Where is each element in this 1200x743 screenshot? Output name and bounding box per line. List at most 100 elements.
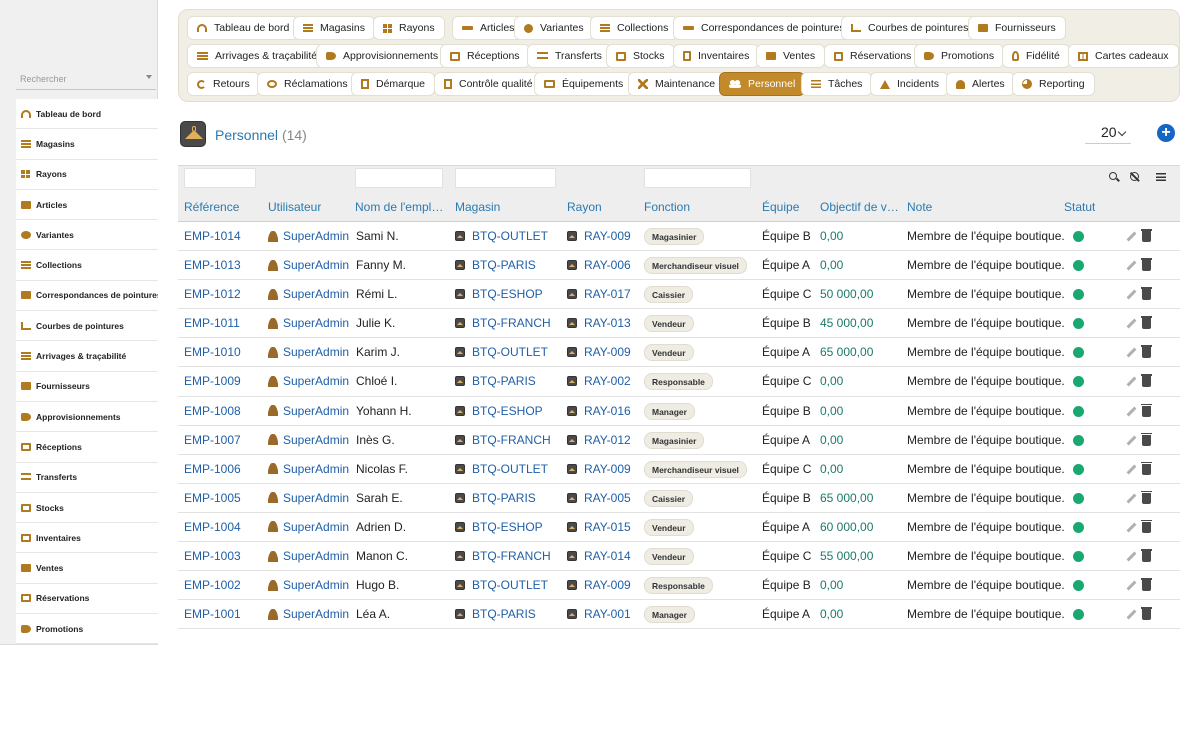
nav-tab-retours[interactable]: Retours [187, 72, 260, 96]
employee-reference-link[interactable]: EMP-1008 [184, 404, 241, 418]
nav-tab-magasins[interactable]: Magasins [293, 16, 375, 40]
store-link[interactable]: BTQ-PARIS [455, 491, 536, 505]
department-link[interactable]: RAY-009 [567, 229, 631, 243]
nav-tab-fournisseurs[interactable]: Fournisseurs [968, 16, 1066, 40]
nav-tab-promotions[interactable]: Promotions [914, 44, 1005, 68]
department-link[interactable]: RAY-009 [567, 578, 631, 592]
employee-reference-link[interactable]: EMP-1014 [184, 229, 241, 243]
nav-tab-transferts[interactable]: Transferts [527, 44, 612, 68]
nav-tab-inventaires[interactable]: Inventaires [673, 44, 760, 68]
nav-tab-taches[interactable]: Tâches [801, 72, 873, 96]
department-link[interactable]: RAY-013 [567, 316, 631, 330]
employee-reference-link[interactable]: EMP-1002 [184, 578, 241, 592]
trash-icon[interactable] [1141, 607, 1152, 621]
column-header-utilisateur[interactable]: Utilisateur [268, 200, 321, 214]
store-link[interactable]: BTQ-ESHOP [455, 520, 543, 534]
department-link[interactable]: RAY-005 [567, 491, 631, 505]
pencil-icon[interactable] [1126, 609, 1137, 620]
caret-down-icon[interactable] [146, 75, 152, 79]
pencil-icon[interactable] [1126, 289, 1137, 300]
user-link[interactable]: SuperAdmin [268, 491, 349, 505]
pencil-icon[interactable] [1126, 551, 1137, 562]
nav-tab-receptions[interactable]: Réceptions [440, 44, 530, 68]
trash-icon[interactable] [1141, 432, 1152, 446]
sidebar-item-arrivages-tracabilite[interactable]: Arrivages & traçabilité [16, 341, 158, 372]
search-icon[interactable] [1109, 172, 1117, 180]
nav-tab-rayons[interactable]: Rayons [373, 16, 445, 40]
nav-tab-equipements[interactable]: Équipements [534, 72, 634, 96]
nav-tab-courbes-de-pointures[interactable]: Courbes de pointures [841, 16, 979, 40]
column-header-magasin[interactable]: Magasin [455, 200, 500, 214]
store-link[interactable]: BTQ-PARIS [455, 374, 536, 388]
employee-reference-link[interactable]: EMP-1011 [184, 316, 240, 330]
sidebar-item-courbes-de-pointures[interactable]: Courbes de pointures [16, 311, 158, 342]
sidebar-item-inventaires[interactable]: Inventaires [16, 523, 158, 554]
table-row[interactable]: EMP-1003 SuperAdmin Manon C. BTQ-FRANCH … [178, 542, 1180, 572]
user-link[interactable]: SuperAdmin [268, 607, 349, 621]
pencil-icon[interactable] [1126, 377, 1137, 387]
sidebar-item-collections[interactable]: Collections [16, 250, 158, 281]
sidebar-item-promotions[interactable]: Promotions [16, 614, 158, 645]
table-row[interactable]: EMP-1001 SuperAdmin Léa A. BTQ-PARIS RAY… [178, 600, 1180, 630]
sidebar-item-stocks[interactable]: Stocks [16, 493, 158, 524]
filter-store-input[interactable] [455, 168, 556, 188]
department-link[interactable]: RAY-001 [567, 607, 631, 621]
store-link[interactable]: BTQ-FRANCH [455, 316, 551, 330]
pencil-icon[interactable] [1126, 231, 1137, 242]
pencil-icon[interactable] [1126, 580, 1137, 591]
nav-tab-arrivages-tracabilite[interactable]: Arrivages & traçabilité [187, 44, 328, 68]
trash-icon[interactable] [1141, 578, 1152, 592]
department-link[interactable]: RAY-014 [567, 549, 631, 563]
user-link[interactable]: SuperAdmin [268, 578, 349, 592]
table-row[interactable]: EMP-1009 SuperAdmin Chloé I. BTQ-PARIS R… [178, 367, 1180, 397]
sidebar-search-select[interactable]: Rechercher [16, 68, 156, 90]
table-row[interactable]: EMP-1011 SuperAdmin Julie K. BTQ-FRANCH … [178, 309, 1180, 339]
department-link[interactable]: RAY-015 [567, 520, 631, 534]
nav-tab-fidelite[interactable]: Fidélité [1002, 44, 1070, 68]
user-link[interactable]: SuperAdmin [268, 549, 349, 563]
department-link[interactable]: RAY-006 [567, 258, 631, 272]
nav-tab-ventes[interactable]: Ventes [756, 44, 826, 68]
nav-tab-stocks[interactable]: Stocks [606, 44, 675, 68]
employee-reference-link[interactable]: EMP-1004 [184, 520, 241, 534]
user-link[interactable]: SuperAdmin [268, 433, 349, 447]
add-employee-button[interactable]: + [1157, 124, 1175, 142]
table-row[interactable]: EMP-1013 SuperAdmin Fanny M. BTQ-PARIS R… [178, 251, 1180, 281]
sidebar-item-tableau-de-bord[interactable]: Tableau de bord [16, 99, 158, 130]
user-link[interactable]: SuperAdmin [268, 258, 349, 272]
nav-tab-reclamations[interactable]: Réclamations [257, 72, 358, 96]
employee-reference-link[interactable]: EMP-1013 [184, 258, 241, 272]
employee-reference-link[interactable]: EMP-1005 [184, 491, 241, 505]
table-row[interactable]: EMP-1010 SuperAdmin Karim J. BTQ-OUTLET … [178, 338, 1180, 368]
store-link[interactable]: BTQ-ESHOP [455, 287, 543, 301]
store-link[interactable]: BTQ-OUTLET [455, 345, 548, 359]
sidebar-item-reservations[interactable]: Réservations [16, 584, 158, 615]
table-row[interactable]: EMP-1012 SuperAdmin Rémi L. BTQ-ESHOP RA… [178, 280, 1180, 310]
table-row[interactable]: EMP-1005 SuperAdmin Sarah E. BTQ-PARIS R… [178, 484, 1180, 513]
trash-icon[interactable] [1141, 258, 1152, 272]
filter-function-input[interactable] [644, 168, 751, 188]
pencil-icon[interactable] [1126, 318, 1137, 329]
pencil-icon[interactable] [1126, 435, 1137, 446]
store-link[interactable]: BTQ-OUTLET [455, 462, 548, 476]
clear-filter-icon[interactable] [1130, 172, 1139, 181]
table-row[interactable]: EMP-1002 SuperAdmin Hugo B. BTQ-OUTLET R… [178, 571, 1180, 601]
nav-tab-reservations[interactable]: Réservations [824, 44, 922, 68]
store-link[interactable]: BTQ-FRANCH [455, 433, 551, 447]
nav-tab-incidents[interactable]: Incidents [870, 72, 950, 96]
trash-icon[interactable] [1141, 229, 1152, 242]
trash-icon[interactable] [1141, 461, 1152, 475]
pencil-icon[interactable] [1126, 347, 1137, 358]
sidebar-item-approvisionnements[interactable]: Approvisionnements [16, 402, 158, 433]
sidebar-item-correspondances-de-pointures[interactable]: Correspondances de pointures [16, 281, 158, 312]
store-link[interactable]: BTQ-OUTLET [455, 578, 548, 592]
per-page-select[interactable]: 20 [1085, 122, 1131, 144]
user-link[interactable]: SuperAdmin [268, 462, 349, 476]
nav-tab-variantes[interactable]: Variantes [514, 16, 594, 40]
user-link[interactable]: SuperAdmin [268, 345, 349, 359]
trash-icon[interactable] [1141, 549, 1152, 563]
trash-icon[interactable] [1141, 316, 1152, 330]
column-header-nom-de-l-employe[interactable]: Nom de l'employé [355, 200, 444, 214]
column-header-rayon[interactable]: Rayon [567, 200, 602, 214]
user-link[interactable]: SuperAdmin [268, 404, 349, 418]
